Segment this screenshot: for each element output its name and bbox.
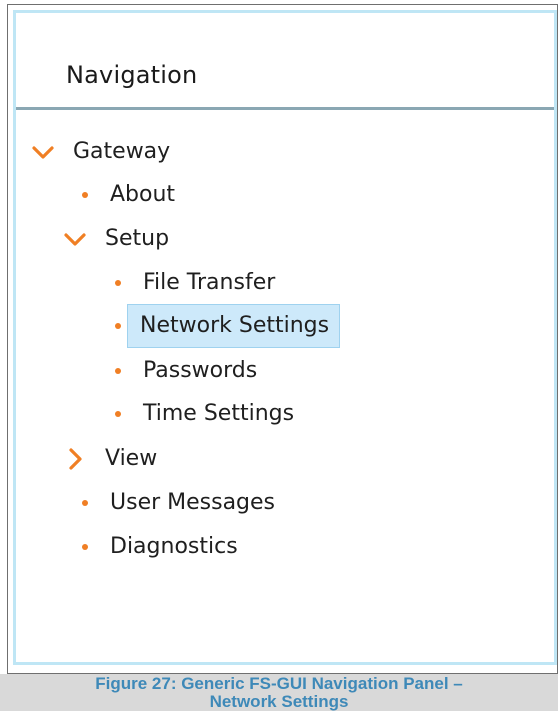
bullet-icon: [111, 359, 125, 383]
panel-title: Navigation: [66, 61, 198, 89]
tree-node-network-settings[interactable]: Network Settings: [111, 304, 341, 348]
tree-node-label: About: [110, 182, 176, 207]
bullet-icon: [111, 271, 125, 295]
tree-node-label: Diagnostics: [110, 534, 238, 559]
tree-node-passwords[interactable]: Passwords: [111, 354, 261, 388]
tree-node-label: View: [105, 446, 158, 471]
tree-node-gateway[interactable]: Gateway: [31, 135, 174, 169]
tree-node-label: Network Settings: [127, 304, 341, 348]
bullet-icon: [111, 402, 125, 426]
bullet-icon: [78, 491, 92, 515]
caption-line-2: Network Settings: [209, 692, 349, 711]
tree-node-diagnostics[interactable]: Diagnostics: [78, 530, 242, 564]
tree-node-label: Gateway: [73, 139, 171, 164]
bullet-icon: [111, 314, 125, 338]
tree-node-label: File Transfer: [143, 270, 276, 295]
tree-node-time-settings[interactable]: Time Settings: [111, 397, 298, 431]
bullet-icon: [78, 535, 92, 559]
tree-node-label: Passwords: [143, 358, 258, 383]
bullet-icon: [78, 183, 92, 207]
tree-node-view[interactable]: View: [63, 442, 161, 476]
chevron-right-icon[interactable]: [63, 447, 87, 471]
caption-line-1: Figure 27: Generic FS-GUI Navigation Pan…: [95, 674, 463, 693]
title-divider: [16, 107, 554, 110]
chevron-down-icon[interactable]: [31, 140, 55, 164]
tree-node-setup[interactable]: Setup: [63, 222, 173, 256]
figure-caption: Figure 27: Generic FS-GUI Navigation Pan…: [0, 675, 558, 711]
navigation-panel: Navigation Gateway About Setup File Tran…: [13, 10, 557, 665]
tree-node-user-messages[interactable]: User Messages: [78, 486, 279, 520]
tree-node-label: Time Settings: [143, 401, 295, 426]
tree-node-label: Setup: [105, 226, 170, 251]
chevron-down-icon[interactable]: [63, 227, 87, 251]
tree-node-label: User Messages: [110, 490, 276, 515]
tree-node-file-transfer[interactable]: File Transfer: [111, 266, 279, 300]
tree-node-about[interactable]: About: [78, 178, 179, 212]
